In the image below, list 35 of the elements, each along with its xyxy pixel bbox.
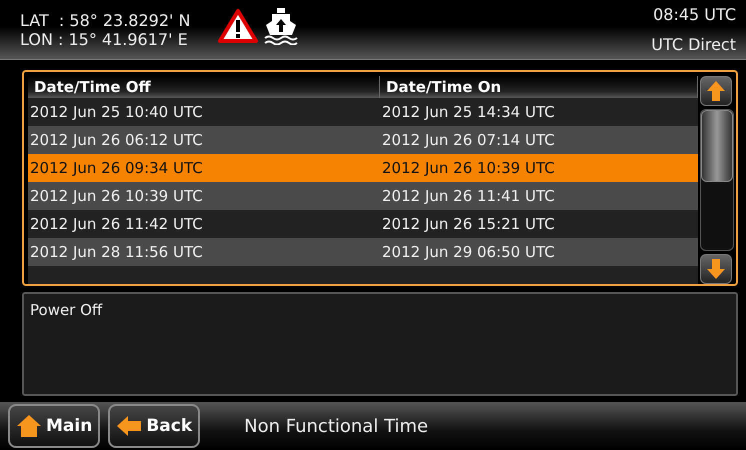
ship-icon	[264, 6, 298, 45]
table-cell-text: 2012 Jun 26 07:14 UTC	[381, 131, 556, 150]
main-button[interactable]: Main	[8, 404, 100, 448]
scroll-down-button[interactable]	[700, 254, 732, 284]
table-cell-text: 2012 Jun 25 14:34 UTC	[381, 103, 556, 122]
page-title: Non Functional Time	[244, 416, 428, 437]
table-cell-text: 2012 Jun 26 06:12 UTC	[29, 131, 204, 150]
table-cell-text: 2012 Jun 28 11:56 UTC	[29, 243, 204, 262]
table-row[interactable]: 2012 Jun 28 11:56 UTC 2012 Jun 29 06:50 UTC	[28, 238, 698, 266]
table-cell-text: 2012 Jun 26 15:21 UTC	[381, 215, 556, 234]
table-cell-text: 2012 Jun 26 11:41 UTC	[381, 187, 556, 206]
table-cell-text: 2012 Jun 26 09:34 UTC	[29, 159, 204, 178]
arrow-down-icon	[706, 258, 726, 280]
table-cell-text: 2012 Jun 26 10:39 UTC	[381, 159, 556, 178]
longitude-text: LON : 15° 41.9617' E	[20, 30, 188, 49]
table-row[interactable]: 2012 Jun 26 11:42 UTC 2012 Jun 26 15:21 UTC	[28, 210, 698, 238]
scroll-thumb[interactable]	[701, 110, 733, 182]
table-cell-text: 2012 Jun 26 10:39 UTC	[29, 187, 204, 206]
warning-icon	[218, 8, 258, 43]
time-text: 08:45 UTC	[653, 5, 736, 24]
table-cell-text: 2012 Jun 26 11:42 UTC	[29, 215, 204, 234]
arrow-up-icon	[706, 80, 726, 102]
table-row[interactable]: 2012 Jun 25 10:40 UTC 2012 Jun 25 14:34 UTC	[28, 98, 698, 126]
latitude-text: LAT : 58° 23.8292' N	[20, 10, 190, 30]
back-button[interactable]: Back	[108, 404, 200, 448]
table-cell-text: 2012 Jun 29 06:50 UTC	[381, 243, 556, 262]
time-mode-text: UTC Direct	[651, 34, 736, 54]
table-row[interactable]: 2012 Jun 26 10:39 UTC 2012 Jun 26 11:41 UTC	[28, 182, 698, 210]
scroll-up-button[interactable]	[700, 76, 732, 106]
description-text: Power Off	[30, 301, 102, 320]
table-row[interactable]: 2012 Jun 26 09:34 UTC 2012 Jun 26 10:39 UTC	[28, 154, 698, 182]
back-arrow-icon	[116, 415, 142, 438]
home-icon	[16, 414, 42, 438]
table-row[interactable]: 2012 Jun 26 06:12 UTC 2012 Jun 26 07:14 UTC	[28, 126, 698, 154]
table-cell-text: 2012 Jun 25 10:40 UTC	[29, 103, 204, 122]
